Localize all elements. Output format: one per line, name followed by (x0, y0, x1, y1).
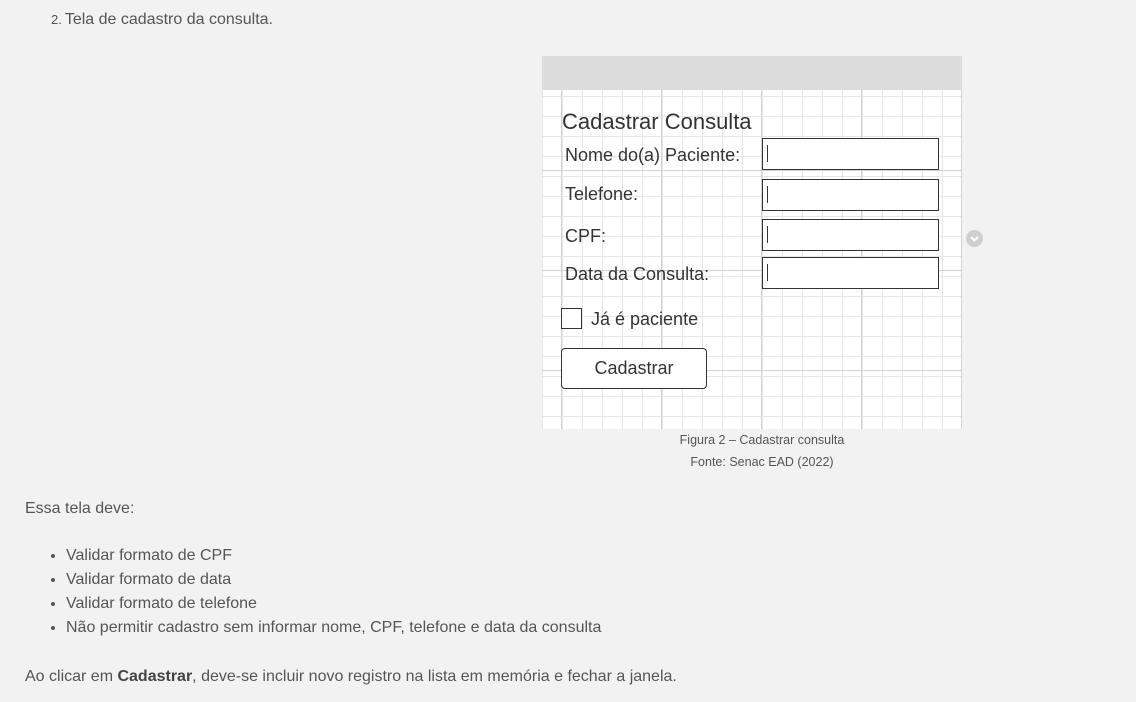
intro-paragraph: Essa tela deve: (25, 500, 135, 517)
existing-patient-label: Já é paciente (591, 309, 699, 329)
list-item: Validar formato de data (66, 569, 601, 593)
requirements-list: Validar formato de CPF Validar formato d… (25, 545, 601, 641)
date-label: Data da Consulta: (565, 264, 710, 284)
step-number: 2. (51, 12, 62, 27)
step-text: Tela de cadastro da consulta. (64, 11, 273, 28)
list-item: Validar formato de CPF (66, 545, 601, 569)
text-caret (767, 186, 768, 203)
list-item: Validar formato de telefone (66, 593, 601, 617)
phone-input[interactable] (762, 179, 939, 211)
cpf-input[interactable] (762, 219, 939, 251)
text-caret (767, 145, 768, 162)
name-input[interactable] (762, 138, 939, 170)
form-mockup-figure: Cadastrar Consulta Nome do(a) Paciente: … (542, 56, 962, 429)
step-item: 2. Tela de cadastro da consulta. (51, 11, 273, 29)
cpf-label: CPF: (565, 226, 607, 246)
closing-paragraph: Ao clicar em Cadastrar, deve-se incluir … (25, 668, 677, 686)
name-label: Nome do(a) Paciente: (565, 145, 741, 165)
closing-text-end: , deve-se incluir novo registro na lista… (192, 668, 677, 685)
existing-patient-checkbox[interactable] (561, 308, 582, 329)
list-item: Não permitir cadastro sem informar nome,… (66, 617, 601, 641)
window-titlebar (542, 56, 962, 90)
chevron-down-icon[interactable] (966, 230, 983, 247)
text-caret (767, 226, 768, 243)
closing-text-start: Ao clicar em (25, 668, 118, 685)
phone-label: Telefone: (565, 184, 639, 204)
closing-emphasis: Cadastrar (117, 668, 193, 685)
register-button[interactable]: Cadastrar (561, 348, 707, 389)
text-caret (767, 264, 768, 281)
form-title: Cadastrar Consulta (562, 109, 752, 134)
figure-caption: Figura 2 – Cadastrar consulta (679, 433, 845, 447)
date-input[interactable] (762, 257, 939, 289)
figure-source: Fonte: Senac EAD (2022) (690, 455, 834, 469)
